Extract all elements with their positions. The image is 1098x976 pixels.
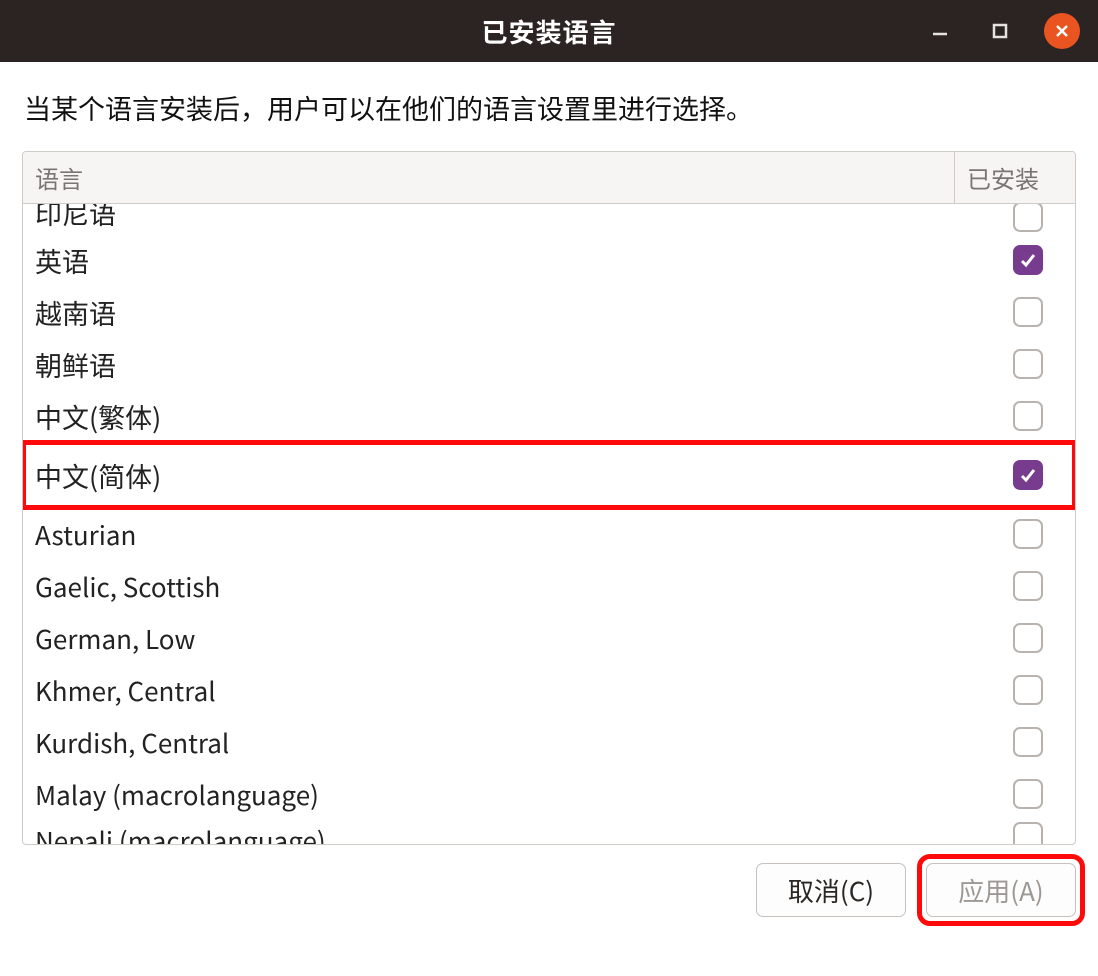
language-label: 朝鲜语 bbox=[35, 345, 1013, 384]
installed-checkbox[interactable] bbox=[1013, 519, 1043, 549]
table-row[interactable]: Kurdish, Central bbox=[23, 716, 1075, 768]
installed-checkbox[interactable] bbox=[1013, 727, 1043, 757]
table-row[interactable]: Gaelic, Scottish bbox=[23, 560, 1075, 612]
language-label: Gaelic, Scottish bbox=[35, 568, 1013, 605]
installed-checkbox[interactable] bbox=[1013, 623, 1043, 653]
cancel-button[interactable]: 取消(C) bbox=[756, 863, 906, 917]
table-row[interactable]: 中文(简体) bbox=[23, 442, 1075, 508]
language-label: 中文(简体) bbox=[35, 456, 1013, 495]
table-row[interactable]: 英语 bbox=[23, 234, 1075, 286]
language-label: Kurdish, Central bbox=[35, 724, 1013, 761]
installed-checkbox[interactable] bbox=[1013, 245, 1043, 275]
description-text: 当某个语言安装后，用户可以在他们的语言设置里进行选择。 bbox=[22, 88, 1076, 127]
close-button[interactable] bbox=[1044, 13, 1080, 49]
table-row[interactable]: Malay (macrolanguage) bbox=[23, 768, 1075, 820]
apply-button-highlight: 应用(A) bbox=[926, 863, 1076, 917]
installed-checkbox[interactable] bbox=[1013, 401, 1043, 431]
table-row[interactable]: 印尼语 bbox=[23, 204, 1075, 234]
window-controls bbox=[924, 0, 1080, 62]
maximize-button[interactable] bbox=[984, 15, 1016, 47]
table-row[interactable]: Khmer, Central bbox=[23, 664, 1075, 716]
table-row[interactable]: Asturian bbox=[23, 508, 1075, 560]
dialog-footer: 取消(C) 应用(A) bbox=[0, 845, 1098, 917]
table-row[interactable]: German, Low bbox=[23, 612, 1075, 664]
language-label: 印尼语 bbox=[35, 204, 1013, 232]
installed-checkbox[interactable] bbox=[1013, 297, 1043, 327]
language-list[interactable]: 印尼语英语越南语朝鲜语中文(繁体) 中文(简体) Asturian Gaelic, S… bbox=[23, 204, 1075, 844]
language-label: Nepali (macrolanguage) bbox=[35, 822, 1013, 844]
table-row[interactable]: 越南语 bbox=[23, 286, 1075, 338]
language-label: 英语 bbox=[35, 241, 1013, 280]
installed-checkbox[interactable] bbox=[1013, 571, 1043, 601]
installed-checkbox[interactable] bbox=[1013, 675, 1043, 705]
language-label: Khmer, Central bbox=[35, 672, 1013, 709]
installed-checkbox[interactable] bbox=[1013, 460, 1043, 490]
column-header-installed[interactable]: 已安装 bbox=[955, 152, 1075, 203]
installed-checkbox[interactable] bbox=[1013, 779, 1043, 809]
titlebar: 已安装语言 bbox=[0, 0, 1098, 62]
language-label: Malay (macrolanguage) bbox=[35, 776, 1013, 813]
installed-checkbox[interactable] bbox=[1013, 204, 1043, 232]
installed-checkbox[interactable] bbox=[1013, 349, 1043, 379]
installed-checkbox[interactable] bbox=[1013, 822, 1043, 844]
table-row[interactable]: 朝鲜语 bbox=[23, 338, 1075, 390]
language-label: Asturian bbox=[35, 516, 1013, 553]
language-table: 语言 已安装 印尼语英语越南语朝鲜语中文(繁体) 中文(简体) Asturian Ga… bbox=[22, 151, 1076, 845]
language-label: German, Low bbox=[35, 620, 1013, 657]
dialog-content: 当某个语言安装后，用户可以在他们的语言设置里进行选择。 语言 已安装 印尼语英语… bbox=[0, 62, 1098, 845]
minimize-button[interactable] bbox=[924, 15, 956, 47]
table-row[interactable]: Nepali (macrolanguage) bbox=[23, 820, 1075, 844]
column-header-language[interactable]: 语言 bbox=[23, 152, 955, 203]
language-label: 越南语 bbox=[35, 293, 1013, 332]
language-label: 中文(繁体) bbox=[35, 397, 1013, 436]
apply-button[interactable]: 应用(A) bbox=[926, 863, 1076, 917]
table-row[interactable]: 中文(繁体) bbox=[23, 390, 1075, 442]
window-title: 已安装语言 bbox=[481, 13, 616, 50]
table-header: 语言 已安装 bbox=[23, 152, 1075, 204]
